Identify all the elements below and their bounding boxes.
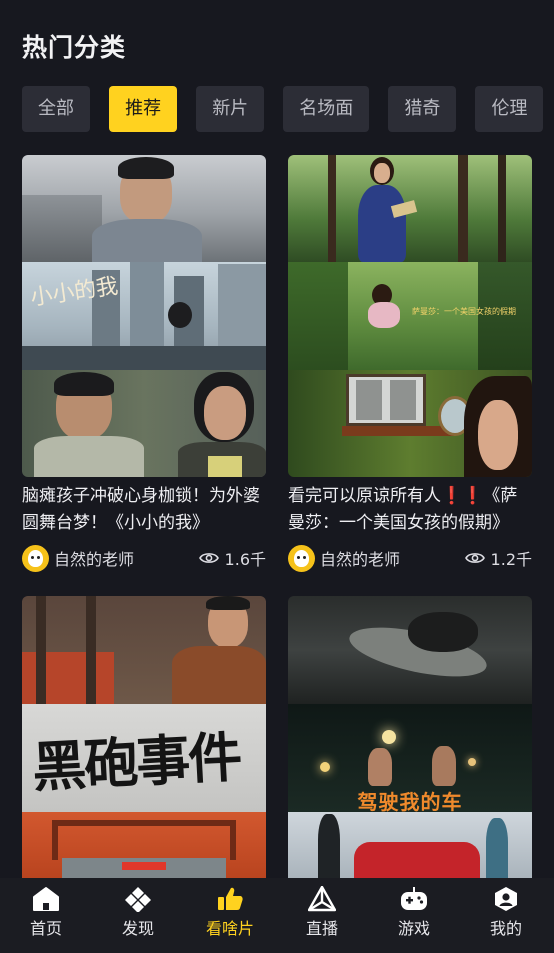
- eye-icon: [464, 553, 485, 563]
- video-card[interactable]: 小小的我 脑瘫孩子冲破心身枷锁！为外婆圆舞台梦！《小小的我》 自然的老师 1.6…: [22, 155, 266, 573]
- live-icon: [308, 886, 336, 912]
- video-card[interactable]: 驾驶我的车: [288, 596, 532, 878]
- tab-label: 直播: [305, 919, 338, 938]
- tab-label: 看啥片: [205, 919, 254, 938]
- view-count-value: 1.2千: [490, 550, 532, 569]
- gamepad-icon: [401, 887, 427, 910]
- video-title[interactable]: 脑瘫孩子冲破心身枷锁！为外婆圆舞台梦！《小小的我》: [22, 483, 266, 537]
- category-chip-ethics[interactable]: 伦理: [475, 86, 544, 132]
- category-chip-curious[interactable]: 猎奇: [388, 86, 457, 132]
- video-thumbnail[interactable]: 黑砲事件: [22, 596, 266, 878]
- author-name[interactable]: 自然的老师: [54, 546, 199, 570]
- tab-label: 我的: [489, 919, 522, 938]
- page-title: 热门分类: [22, 33, 127, 62]
- tab-home[interactable]: 首页: [0, 878, 92, 953]
- tab-live[interactable]: 直播: [276, 878, 368, 953]
- discover-icon: [125, 887, 151, 912]
- video-thumbnail[interactable]: 萨曼莎：一个美国女孩的假期: [288, 155, 532, 477]
- tab-discover[interactable]: 发现: [92, 878, 184, 953]
- view-count-value: 1.6千: [224, 550, 266, 569]
- category-chips: 全部 推荐 新片 名场面 猎奇 伦理: [22, 86, 554, 132]
- video-thumbnail[interactable]: 驾驶我的车: [288, 596, 532, 878]
- category-chip-all[interactable]: 全部: [22, 86, 90, 132]
- bottom-tab-bar: 首页 发现 看啥片 直播 游戏 我的: [0, 878, 554, 953]
- home-icon: [33, 887, 59, 911]
- tab-label: 游戏: [397, 919, 430, 938]
- tab-label: 首页: [29, 919, 62, 938]
- avatar[interactable]: [288, 544, 315, 572]
- tab-games[interactable]: 游戏: [368, 878, 460, 953]
- category-chip-recommended[interactable]: 推荐: [109, 86, 178, 132]
- video-title[interactable]: 看完可以原谅所有人❗❗《萨曼莎：一个美国女孩的假期》: [288, 483, 532, 537]
- video-meta: 自然的老师 1.6千: [22, 543, 266, 573]
- tab-whats-to-watch[interactable]: 看啥片: [184, 878, 276, 953]
- eye-icon: [198, 553, 219, 563]
- profile-icon: [495, 887, 517, 911]
- category-chip-new[interactable]: 新片: [196, 86, 265, 132]
- category-chip-famous-scenes[interactable]: 名场面: [283, 86, 370, 132]
- author-name[interactable]: 自然的老师: [320, 546, 465, 570]
- overlay-title: 驾驶我的车: [357, 790, 463, 812]
- view-count: 1.2千: [464, 546, 532, 570]
- video-thumbnail[interactable]: 小小的我: [22, 155, 266, 477]
- overlay-title: 黑砲事件: [30, 724, 242, 800]
- avatar[interactable]: [22, 544, 49, 572]
- video-meta: 自然的老师 1.2千: [288, 543, 532, 573]
- overlay-subtitle: 萨曼莎：一个美国女孩的假期: [412, 307, 516, 316]
- tab-label: 发现: [121, 919, 154, 938]
- thumbs-up-icon: [218, 887, 243, 910]
- video-card[interactable]: 黑砲事件: [22, 596, 266, 878]
- view-count: 1.6千: [198, 546, 266, 570]
- video-card[interactable]: 萨曼莎：一个美国女孩的假期 看完可以原谅所有人❗❗《萨曼莎：一个美国女孩的假期》…: [288, 155, 532, 573]
- tab-profile[interactable]: 我的: [460, 878, 552, 953]
